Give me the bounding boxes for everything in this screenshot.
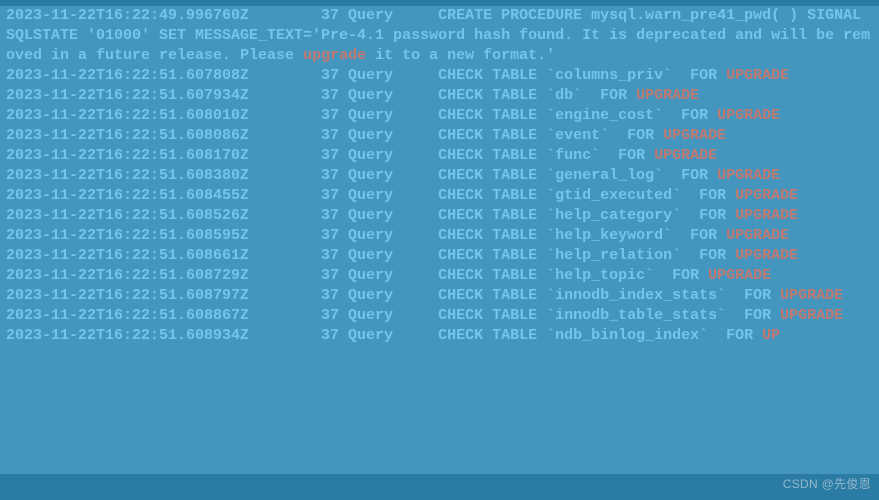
keyword-upgrade-wrap: DE: [780, 207, 798, 224]
keyword-upgrade-wrap: E: [780, 227, 789, 244]
log-line: 2023-11-22T16:22:51.608934Z 37 Query CHE…: [6, 327, 780, 344]
log-line: 2023-11-22T16:22:51.608455Z 37 Query CHE…: [6, 187, 798, 204]
keyword-upgrade-wrap: DE: [780, 187, 798, 204]
keyword-upgrade: upgrade: [303, 47, 366, 64]
log-text: 2023-11-22T16:22:51.608010Z 37 Query CHE…: [6, 107, 717, 124]
watermark-text: CSDN @先俊恩: [783, 474, 871, 494]
keyword-upgrade: UPGRADE: [780, 287, 843, 304]
log-text: 2023-11-22T16:22:51.608934Z 37 Query CHE…: [6, 327, 762, 344]
keyword-upgrade: UPGRADE: [654, 147, 717, 164]
keyword-upgrade-wrap: DE: [780, 247, 798, 264]
log-line: 2023-11-22T16:22:51.608380Z 37 Query CHE…: [6, 167, 780, 184]
keyword-upgrade: UPGRADE: [636, 87, 699, 104]
terminal-output[interactable]: 2023-11-22T16:22:49.996760Z 37 Query CRE…: [0, 0, 879, 346]
keyword-upgrade: UP: [762, 327, 780, 344]
log-text: 2023-11-22T16:22:51.608455Z 37 Query CHE…: [6, 187, 735, 204]
log-line: 2023-11-22T16:22:51.608661Z 37 Query CHE…: [6, 247, 798, 264]
log-text: 2023-11-22T16:22:51.608729Z 37 Query CHE…: [6, 267, 708, 284]
log-text: 2023-11-22T16:22:51.608595Z 37 Query CHE…: [6, 227, 726, 244]
log-line: 2023-11-22T16:22:51.608170Z 37 Query CHE…: [6, 147, 717, 164]
log-text: 2023-11-22T16:22:51.608661Z 37 Query CHE…: [6, 247, 735, 264]
log-line: 2023-11-22T16:22:51.608867Z 37 Query CHE…: [6, 307, 843, 324]
keyword-upgrade: UPGRADE: [717, 107, 780, 124]
keyword-upgrade: UPGRADE: [663, 127, 726, 144]
keyword-upgrade: UPGRAD: [726, 227, 780, 244]
keyword-upgrade: UPGRADE: [780, 307, 843, 324]
log-line: 2023-11-22T16:22:51.608526Z 37 Query CHE…: [6, 207, 798, 224]
log-line: 2023-11-22T16:22:49.996760Z 37 Query CRE…: [6, 7, 870, 64]
log-text: 2023-11-22T16:22:51.608526Z 37 Query CHE…: [6, 207, 735, 224]
log-text: 2023-11-22T16:22:51.608170Z 37 Query CHE…: [6, 147, 654, 164]
log-line: 2023-11-22T16:22:51.608086Z 37 Query CHE…: [6, 127, 726, 144]
log-text: 2023-11-22T16:22:51.608086Z 37 Query CHE…: [6, 127, 663, 144]
keyword-upgrade: UPGRADE: [717, 167, 780, 184]
keyword-upgrade: UPGRAD: [726, 67, 780, 84]
log-line: 2023-11-22T16:22:51.608010Z 37 Query CHE…: [6, 107, 780, 124]
log-line: 2023-11-22T16:22:51.608797Z 37 Query CHE…: [6, 287, 843, 304]
keyword-upgrade: UPGRA: [735, 207, 780, 224]
log-text: 2023-11-22T16:22:51.607808Z 37 Query CHE…: [6, 67, 726, 84]
log-text: it to a new format.': [366, 47, 555, 64]
keyword-upgrade: UPGRA: [735, 187, 780, 204]
log-text: 2023-11-22T16:22:51.608797Z 37 Query CHE…: [6, 287, 780, 304]
keyword-upgrade: UPGRADE: [708, 267, 771, 284]
keyword-upgrade: UPGRA: [735, 247, 780, 264]
keyword-upgrade-wrap: E: [780, 67, 789, 84]
log-line: 2023-11-22T16:22:51.608729Z 37 Query CHE…: [6, 267, 771, 284]
log-line: 2023-11-22T16:22:51.607934Z 37 Query CHE…: [6, 87, 699, 104]
log-text: 2023-11-22T16:22:51.608380Z 37 Query CHE…: [6, 167, 717, 184]
log-text: 2023-11-22T16:22:51.608867Z 37 Query CHE…: [6, 307, 780, 324]
log-text: 2023-11-22T16:22:51.607934Z 37 Query CHE…: [6, 87, 636, 104]
log-line: 2023-11-22T16:22:51.607808Z 37 Query CHE…: [6, 67, 789, 84]
log-line: 2023-11-22T16:22:51.608595Z 37 Query CHE…: [6, 227, 789, 244]
